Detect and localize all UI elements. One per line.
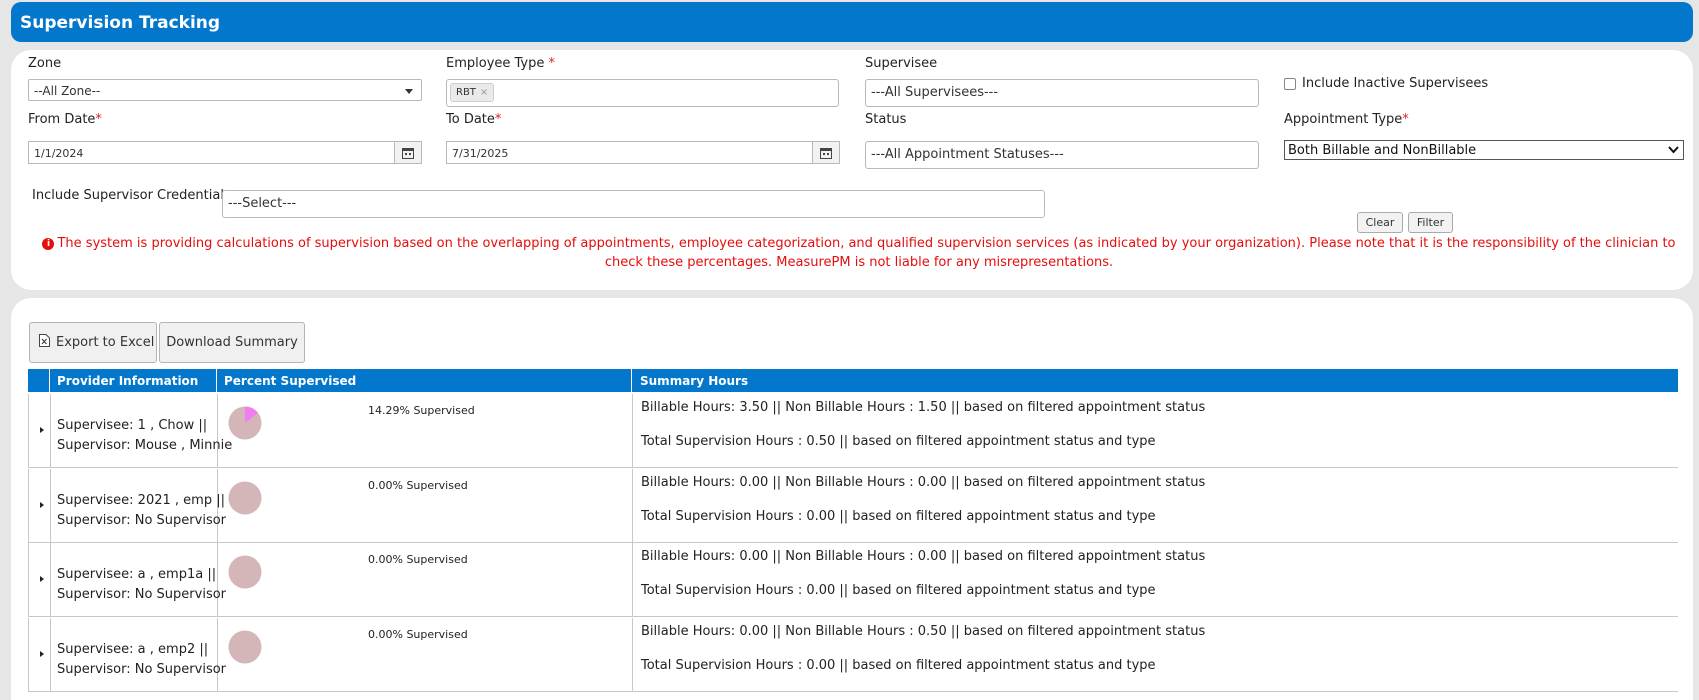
include-inactive-label: Include Inactive Supervisees bbox=[1302, 76, 1489, 91]
supervisee-select[interactable]: ---All Supervisees--- bbox=[865, 79, 1259, 107]
zone-label: Zone bbox=[28, 56, 62, 71]
supervisor-name: Supervisor: Mouse , Minnie bbox=[57, 438, 233, 453]
from-date-input[interactable]: 1/1/2024 bbox=[28, 141, 422, 164]
supervisor-credentials-label: Include Supervisor Credentials bbox=[32, 188, 231, 203]
supervisee-name: Supervisee: a , emp1a || bbox=[57, 567, 217, 582]
table-row[interactable]: Supervisee: a , emp2 || Supervisor: No Su… bbox=[28, 617, 1678, 692]
expand-row-icon[interactable] bbox=[40, 576, 44, 582]
expand-row-icon[interactable] bbox=[40, 427, 44, 433]
expand-row-icon[interactable] bbox=[40, 650, 44, 657]
pie-base bbox=[228, 630, 262, 663]
clear-button[interactable]: Clear bbox=[1357, 212, 1403, 233]
supervisee-select-value: ---All Supervisees--- bbox=[871, 85, 999, 100]
percent-supervised-label: 0.00% Supervised bbox=[368, 553, 468, 566]
table-row[interactable]: Supervisee: 2021 , emp || Supervisor: No … bbox=[28, 468, 1678, 543]
chevron-down-icon bbox=[405, 89, 413, 94]
disclaimer-notice: i The system is providing calculations of… bbox=[27, 234, 1691, 272]
total-supervision-hours: Total Supervision Hours : 0.00 || based … bbox=[641, 583, 1156, 598]
provider-info: Supervisee: 2021 , emp || Supervisor: No … bbox=[57, 491, 226, 531]
appointment-type-select[interactable]: Both Billable and NonBillable bbox=[1284, 140, 1684, 160]
status-select-value: ---All Appointment Statuses--- bbox=[871, 147, 1064, 162]
employee-type-label: Employee Type * bbox=[446, 56, 556, 71]
supervisee-name: Supervisee: 2021 , emp || bbox=[57, 492, 225, 508]
calendar-icon[interactable] bbox=[812, 142, 839, 163]
total-supervision-hours: Total Supervision Hours : 0.50 || based … bbox=[641, 434, 1156, 449]
calendar-icon[interactable] bbox=[394, 142, 421, 163]
to-date-input[interactable]: 7/31/2025 bbox=[446, 141, 840, 164]
download-summary-button[interactable]: Download Summary bbox=[159, 322, 305, 363]
supervisor-credentials-select[interactable]: ---Select--- bbox=[222, 190, 1045, 218]
billable-hours: Billable Hours: 0.00 || Non Billable Hou… bbox=[641, 623, 1206, 639]
zone-select-value: --All Zone-- bbox=[34, 84, 101, 98]
table-row[interactable]: Supervisee: a , emp1a || Supervisor: No S… bbox=[28, 543, 1678, 617]
to-date-value: 7/31/2025 bbox=[452, 147, 509, 160]
provider-info: Supervisee: a , emp1a || Supervisor: No S… bbox=[57, 565, 226, 605]
appointment-type-label: Appointment Type* bbox=[1284, 112, 1409, 127]
chip-remove-icon[interactable]: × bbox=[480, 87, 488, 98]
supervisee-name: Supervisee: 1 , Chow || bbox=[57, 418, 208, 433]
appointment-type-value: Both Billable and NonBillable bbox=[1288, 143, 1477, 158]
billable-hours: Billable Hours: 0.00 || Non Billable Hou… bbox=[641, 549, 1206, 564]
employee-type-chip[interactable]: RBT × bbox=[450, 83, 495, 102]
percent-pie-chart bbox=[228, 555, 262, 589]
total-supervision-hours: Total Supervision Hours : 0.00 || based … bbox=[641, 508, 1156, 524]
pie-base bbox=[228, 555, 262, 589]
supervisee-name: Supervisee: a , emp2 || bbox=[57, 641, 209, 657]
to-date-label: To Date* bbox=[446, 112, 502, 127]
from-date-label: From Date* bbox=[28, 112, 102, 127]
percent-supervised-label: 0.00% Supervised bbox=[368, 627, 468, 641]
supervisee-label: Supervisee bbox=[865, 56, 938, 71]
results-panel: Export to Excel Download Summary Provide… bbox=[11, 298, 1693, 700]
chevron-down-icon bbox=[1668, 146, 1679, 154]
total-supervision-hours: Total Supervision Hours : 0.00 || based … bbox=[641, 657, 1156, 673]
percent-pie-chart bbox=[228, 630, 262, 663]
col-percent-supervised: Percent Supervised bbox=[224, 374, 357, 388]
excel-file-icon bbox=[39, 334, 50, 347]
percent-pie-chart bbox=[228, 406, 262, 440]
provider-info: Supervisee: a , emp2 || Supervisor: No Su… bbox=[57, 640, 226, 680]
from-date-value: 1/1/2024 bbox=[34, 147, 84, 160]
pie-base bbox=[228, 481, 262, 514]
supervisor-name: Supervisor: No Supervisor bbox=[57, 661, 227, 677]
info-icon: i bbox=[42, 238, 55, 250]
supervisor-credentials-value: ---Select--- bbox=[228, 196, 297, 211]
filter-panel: Zone --All Zone-- Employee Type * RBT × S… bbox=[11, 50, 1693, 290]
supervisor-name: Supervisor: No Supervisor bbox=[57, 512, 227, 528]
table-header: Provider Information Percent Supervised … bbox=[28, 369, 1678, 392]
supervisor-name: Supervisor: No Supervisor bbox=[57, 587, 227, 602]
billable-hours: Billable Hours: 3.50 || Non Billable Hou… bbox=[641, 400, 1206, 415]
billable-hours: Billable Hours: 0.00 || Non Billable Hou… bbox=[641, 474, 1206, 490]
provider-info: Supervisee: 1 , Chow || Supervisor: Mouse… bbox=[57, 416, 232, 456]
status-label: Status bbox=[865, 112, 907, 127]
expand-row-icon[interactable] bbox=[40, 501, 44, 508]
table-row[interactable]: Supervisee: 1 , Chow || Supervisor: Mouse… bbox=[28, 394, 1678, 468]
export-to-excel-button[interactable]: Export to Excel bbox=[29, 322, 157, 363]
filter-button[interactable]: Filter bbox=[1408, 212, 1453, 233]
percent-supervised-label: 14.29% Supervised bbox=[368, 404, 475, 417]
include-inactive-checkbox[interactable] bbox=[1284, 78, 1296, 90]
status-select[interactable]: ---All Appointment Statuses--- bbox=[865, 141, 1259, 169]
page-title: Supervision Tracking bbox=[11, 2, 1693, 42]
employee-type-multiselect[interactable]: RBT × bbox=[446, 79, 839, 107]
col-summary-hours: Summary Hours bbox=[640, 374, 749, 388]
zone-select[interactable]: --All Zone-- bbox=[28, 79, 422, 101]
percent-pie-chart bbox=[228, 481, 262, 514]
percent-supervised-label: 0.00% Supervised bbox=[368, 478, 468, 492]
col-provider-information: Provider Information bbox=[57, 374, 199, 388]
